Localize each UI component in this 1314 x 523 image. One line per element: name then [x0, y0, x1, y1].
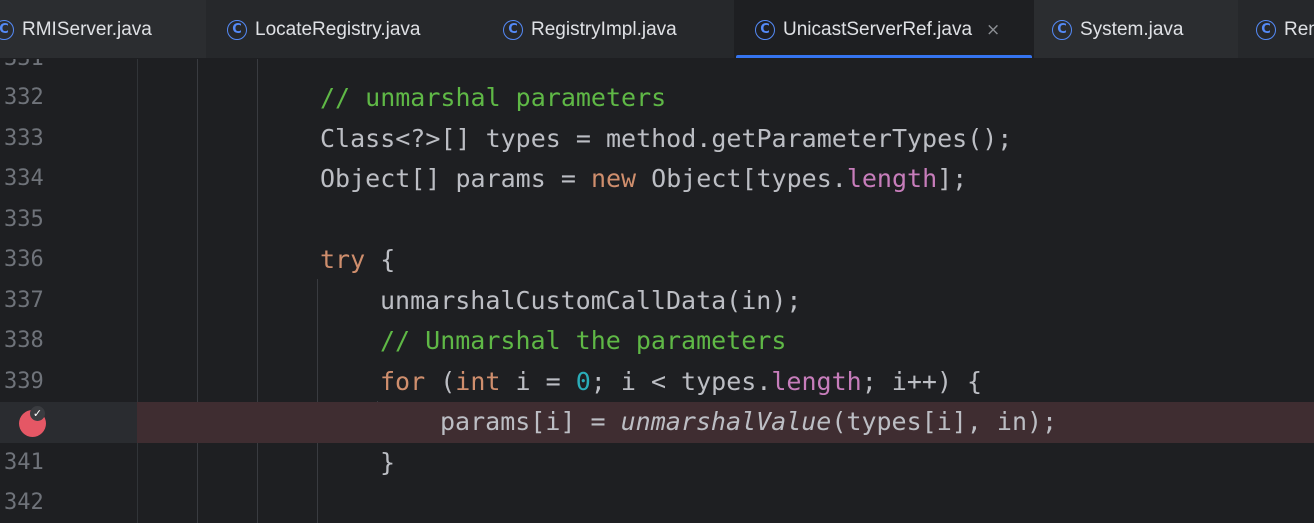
line-number: 337: [4, 287, 44, 313]
tab-label: Rem: [1284, 18, 1314, 40]
code-content: try {: [320, 240, 395, 281]
code-line: 337 unmarshalCustomCallData(in);: [0, 281, 1314, 322]
code-line: 332 // unmarshal parameters: [0, 78, 1314, 119]
number-token: 0: [575, 366, 591, 396]
java-class-icon: C: [227, 19, 247, 40]
code-token: unmarshalCustomCallData(in);: [380, 285, 802, 315]
tab-locateregistry[interactable]: C LocateRegistry.java: [206, 0, 482, 58]
line-number: 338: [4, 328, 44, 353]
code-line: 342: [0, 483, 1314, 523]
code-line: 336 try {: [0, 240, 1314, 281]
code-line: 339 for (int i = 0; i < types.length; i+…: [0, 362, 1314, 403]
code-token: ; i < types.: [590, 366, 772, 396]
tab-label: RegistryImpl.java: [531, 18, 677, 40]
code-line: 334 Object[] params = new Object[types.l…: [0, 159, 1314, 200]
code-line: 335: [0, 200, 1314, 241]
tab-system[interactable]: C System.java: [1034, 0, 1238, 58]
line-number: 341: [4, 449, 44, 475]
comment-token: // Unmarshal the parameters: [380, 326, 787, 355]
editor-tab-bar: C RMIServer.java C LocateRegistry.java C…: [0, 0, 1314, 59]
code-token: {: [365, 245, 396, 274]
code-content: // unmarshal parameters: [320, 78, 666, 119]
code-line: 333 Class<?>[] types = method.getParamet…: [0, 119, 1314, 160]
gutter-cell[interactable]: ✓: [0, 402, 137, 443]
check-icon: ✓: [30, 406, 45, 421]
field-token: length: [771, 366, 862, 396]
comment-token: // unmarshal parameters: [320, 83, 667, 112]
line-number: 331: [4, 59, 44, 80]
code-line-breakpoint: ✓ params[i] = unmarshalValue(types[i], i…: [0, 402, 1314, 443]
tab-label: UnicastServerRef.java: [783, 18, 973, 40]
line-number: 335: [4, 206, 44, 232]
code-token: (types[i], in);: [831, 407, 1058, 436]
keyword-token: int: [455, 366, 501, 396]
tab-rmiserver[interactable]: C RMIServer.java: [0, 0, 206, 58]
field-token: length: [846, 164, 938, 193]
keyword-token: new: [590, 164, 637, 193]
line-number: 342: [4, 490, 44, 515]
code-token: (: [425, 366, 456, 396]
tab-label: RMIServer.java: [22, 18, 152, 40]
line-number: 339: [4, 368, 44, 394]
code-content: Object[] params = new Object[types.lengt…: [320, 159, 967, 200]
line-number: 336: [4, 247, 44, 272]
code-content: unmarshalCustomCallData(in);: [380, 281, 801, 322]
code-token: Object[] params =: [320, 164, 591, 193]
code-content: params[i] = unmarshalValue(types[i], in)…: [440, 402, 1057, 443]
code-token: ];: [937, 164, 968, 193]
close-tab-icon[interactable]: ×: [986, 20, 1000, 40]
tab-registryimpl[interactable]: C RegistryImpl.java: [482, 0, 734, 58]
code-token: }: [380, 447, 396, 477]
keyword-token: try: [320, 245, 366, 274]
java-class-icon: C: [1052, 19, 1072, 40]
keyword-token: for: [380, 366, 426, 396]
line-number: 332: [4, 85, 44, 110]
java-class-icon: C: [755, 19, 775, 40]
code-token: i =: [500, 366, 576, 396]
tab-label: LocateRegistry.java: [255, 18, 421, 40]
code-editor[interactable]: 331 332 // unmarshal parameters 333 Clas…: [0, 59, 1314, 523]
code-content: // Unmarshal the parameters: [380, 321, 786, 362]
static-method-token: unmarshalValue: [620, 407, 832, 436]
code-content: for (int i = 0; i < types.length; i++) {: [380, 362, 982, 403]
java-class-icon: C: [503, 19, 523, 40]
code-line: 341 }: [0, 443, 1314, 484]
code-token: ; i++) {: [861, 366, 983, 396]
java-class-icon: C: [0, 19, 14, 40]
code-token: params[i] =: [440, 407, 621, 436]
tab-label: System.java: [1080, 18, 1184, 40]
line-number: 334: [4, 166, 44, 191]
code-content: }: [380, 443, 395, 484]
code-token: Object[types.: [636, 164, 847, 193]
code-content: Class<?>[] types = method.getParameterTy…: [320, 119, 1012, 160]
code-line: 338 // Unmarshal the parameters: [0, 321, 1314, 362]
tab-unicastserverref[interactable]: C UnicastServerRef.java ×: [734, 0, 1034, 58]
line-number: 333: [4, 125, 44, 151]
code-line: 331: [0, 59, 1314, 80]
code-token: Class<?>[] types = method.getParameterTy…: [320, 123, 1013, 153]
tab-rem[interactable]: C Rem: [1238, 0, 1314, 58]
java-class-icon: C: [1256, 19, 1276, 40]
